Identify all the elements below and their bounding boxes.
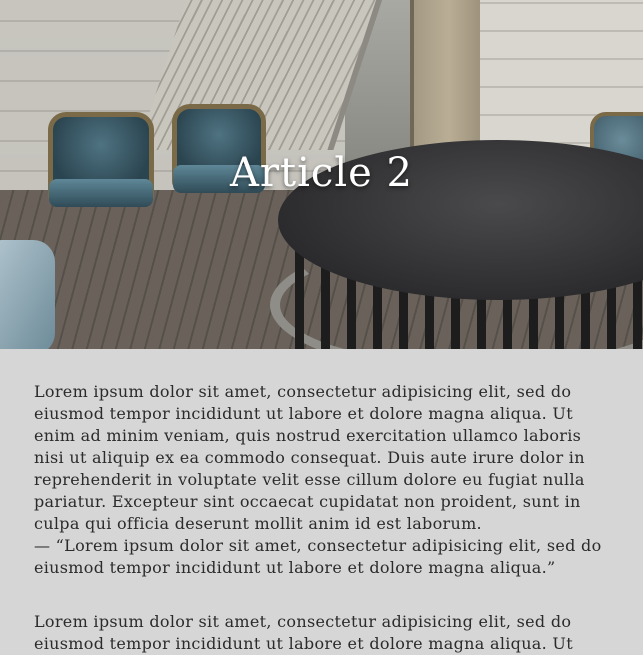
article-body: Lorem ipsum dolor sit amet, consectetur … [0, 349, 643, 655]
hero-door [410, 0, 488, 150]
hero-bed [0, 240, 55, 349]
article-quote: — “Lorem ipsum dolor sit amet, consectet… [34, 536, 602, 577]
article-title: Article 2 [230, 150, 413, 196]
hero-image: Article 2 [0, 0, 643, 349]
article-paragraph: Lorem ipsum dolor sit amet, consectetur … [34, 381, 609, 579]
article-paragraph: Lorem ipsum dolor sit amet, consectetur … [34, 612, 573, 653]
paragraph-text: Lorem ipsum dolor sit amet, consectetur … [34, 382, 585, 533]
